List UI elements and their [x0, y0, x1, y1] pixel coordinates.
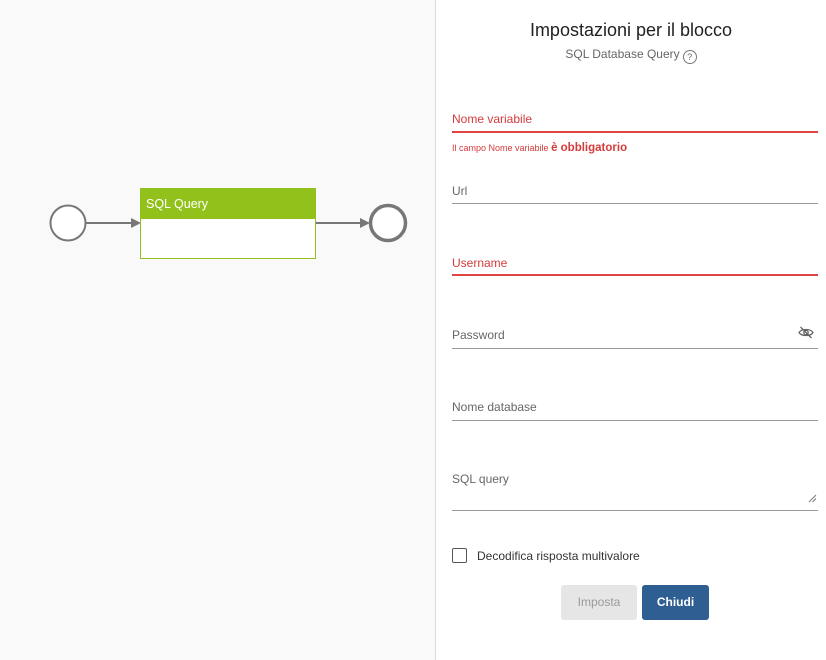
block-title: SQL Query	[141, 189, 315, 219]
multivalue-checkbox-label[interactable]: Decodifica risposta multivalore	[477, 549, 640, 563]
panel-subtitle: SQL Database Query?	[436, 47, 826, 64]
error-emphasis: è obbligatorio	[551, 142, 628, 154]
block-settings-panel: Impostazioni per il blocco SQL Database …	[436, 0, 826, 660]
url-field[interactable]: Url	[452, 184, 818, 205]
sql-query-label: SQL query	[452, 472, 509, 486]
sql-query-field[interactable]: SQL query	[452, 472, 818, 511]
password-label: Password	[452, 328, 505, 342]
start-event[interactable]	[49, 204, 87, 242]
multivalue-checkbox[interactable]	[452, 548, 467, 563]
database-name-underline	[452, 420, 818, 421]
sql-query-block[interactable]: SQL Query	[140, 188, 316, 259]
variable-name-error: Il campo Nome variabile è obbligatorio	[452, 142, 627, 154]
flow-canvas[interactable]: SQL Query	[0, 0, 436, 660]
username-underline	[452, 274, 818, 276]
database-name-label: Nome database	[452, 400, 537, 414]
url-underline	[452, 203, 818, 204]
variable-name-underline	[452, 131, 818, 133]
help-icon[interactable]: ?	[682, 50, 697, 64]
username-field[interactable]: Username	[452, 256, 818, 277]
username-label: Username	[452, 256, 508, 270]
panel-title: Impostazioni per il blocco	[529, 20, 733, 40]
password-underline	[452, 348, 818, 349]
imposta-button[interactable]: Imposta	[561, 585, 637, 620]
variable-name-label: Nome variabile	[452, 112, 533, 126]
password-field[interactable]: Password	[452, 326, 818, 349]
resize-grip-icon[interactable]	[808, 492, 817, 506]
end-event[interactable]	[368, 203, 408, 243]
eye-off-icon[interactable]	[798, 326, 814, 342]
chiudi-button[interactable]: Chiudi	[642, 585, 709, 620]
variable-name-field[interactable]: Nome variabile	[452, 112, 818, 133]
sql-query-underline	[452, 510, 818, 511]
database-name-field[interactable]: Nome database	[452, 400, 818, 421]
block-type-label: SQL Database Query	[565, 47, 680, 61]
error-prefix: Il campo Nome variabile	[452, 143, 549, 153]
connector-end-arrowhead	[360, 218, 370, 228]
flow-diagram	[49, 203, 408, 243]
url-label: Url	[452, 184, 468, 198]
